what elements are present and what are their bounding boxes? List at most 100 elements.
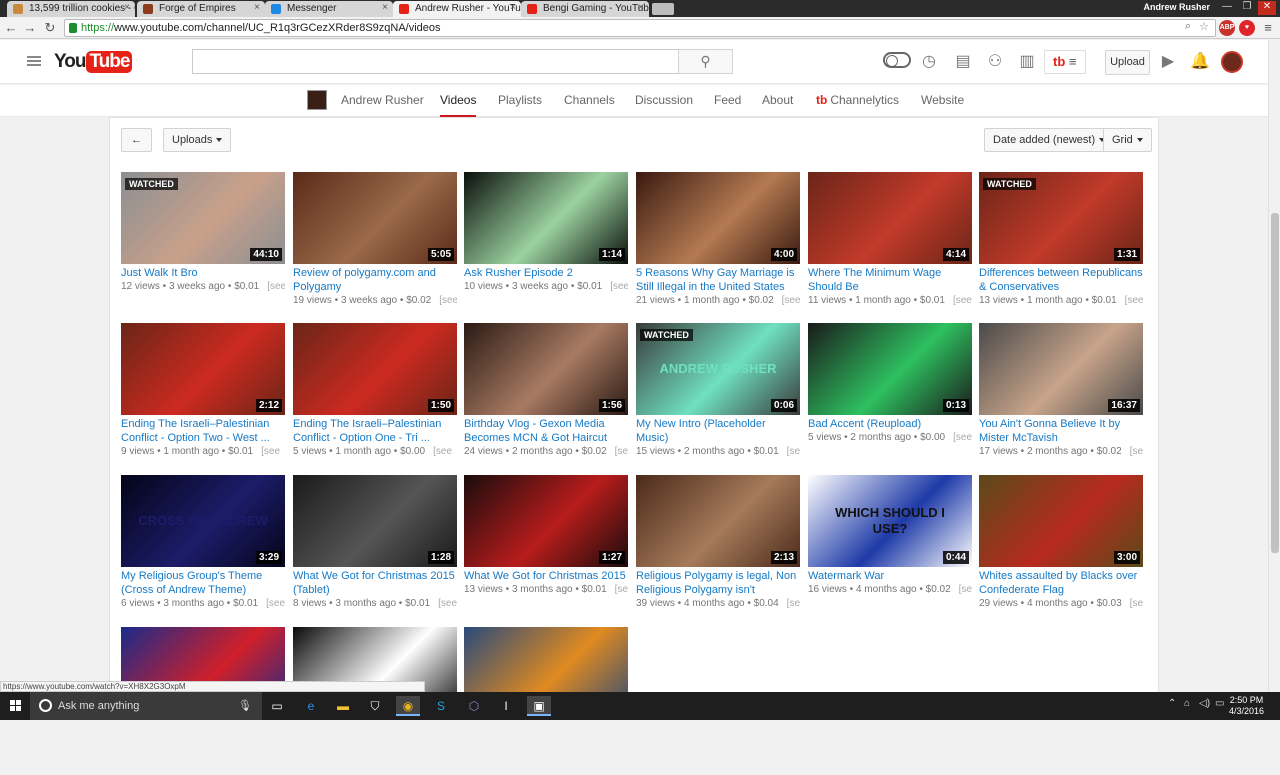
video-card[interactable]: 1:50 Ending The Israeli–Palestinian Confl…	[293, 323, 457, 471]
video-title-link[interactable]: Where The Minimum Wage Should Be	[808, 266, 972, 294]
video-card[interactable]: 4:00 5 Reasons Why Gay Marriage is Still …	[636, 172, 800, 320]
skype-icon[interactable]: S	[429, 696, 453, 716]
forward-icon[interactable]: →	[22, 20, 38, 36]
see-more-link[interactable]: [see	[261, 446, 280, 457]
video-card[interactable]: 0:13 Bad Accent (Reupload) 5 views • 2 mon…	[808, 323, 972, 471]
video-card[interactable]: 5:05 Review of polygamy.com and Polygamy 1…	[293, 172, 457, 320]
adblock-icon[interactable]: ABP	[1219, 20, 1235, 36]
see-more-link[interactable]: [see	[1130, 598, 1143, 609]
browser-tab[interactable]: Andrew Rusher - YouTube ×	[393, 1, 521, 17]
close-window-icon[interactable]: ✕	[1258, 1, 1276, 15]
see-more-link[interactable]: [see	[959, 584, 972, 595]
search-button[interactable]: ⚲	[678, 49, 733, 74]
create-video-icon[interactable]: ▶	[1158, 52, 1178, 72]
tubebuddy-menu[interactable]: tb ≡	[1044, 50, 1086, 74]
tray-up-icon[interactable]: ⌃	[1168, 698, 1176, 709]
see-more-link[interactable]: [see	[787, 446, 800, 457]
uploads-dropdown[interactable]: Uploads	[163, 128, 232, 152]
zoom-icon[interactable]: ⌕	[1185, 20, 1191, 33]
video-thumbnail[interactable]: CROSS OF ANDREW 3:29	[121, 475, 285, 567]
video-title-link[interactable]: Religious Polygamy is legal, Non Religio…	[636, 569, 800, 597]
video-thumbnail[interactable]: WHICH SHOULD I USE? 0:44	[808, 475, 972, 567]
video-title-link[interactable]: You Ain't Gonna Believe It by Mister McT…	[979, 417, 1143, 445]
video-title-link[interactable]: Watermark War	[808, 569, 972, 583]
video-card[interactable]: WATCHED 44:10 Just Walk It Bro 12 views • 3…	[121, 172, 285, 320]
video-thumbnail[interactable]: 2:12	[121, 323, 285, 415]
edge-icon[interactable]: e	[299, 696, 323, 716]
tab-close-icon[interactable]: ×	[124, 2, 130, 13]
video-card[interactable]: 1:27 What We Got for Christmas 2015 13 vie…	[464, 475, 628, 623]
scrollbar-thumb[interactable]	[1271, 213, 1279, 553]
channel-avatar[interactable]	[307, 90, 327, 110]
app-window-icon[interactable]: ▣	[527, 696, 551, 716]
video-card[interactable]: 2:13 Religious Polygamy is legal, Non Rel…	[636, 475, 800, 623]
extension-heart-icon[interactable]: ♥	[1239, 20, 1255, 36]
menu-icon[interactable]: ≡	[1260, 20, 1276, 36]
back-arrow-button[interactable]: ←	[121, 128, 152, 152]
video-thumbnail[interactable]: 0:13	[808, 323, 972, 415]
video-title-link[interactable]: Differences between Republicans & Conser…	[979, 266, 1143, 294]
subscriptions-icon[interactable]: ▤	[953, 52, 973, 72]
video-card[interactable]: 2:12 Ending The Israeli–Palestinian Confl…	[121, 323, 285, 471]
see-more-link[interactable]: [see	[1125, 295, 1143, 306]
see-more-link[interactable]: [see	[953, 295, 972, 306]
cortana-search[interactable]: Ask me anything 🎙	[30, 692, 262, 720]
notifications-bell-icon[interactable]: 🔔	[1190, 52, 1210, 72]
view-dropdown[interactable]: Grid	[1103, 128, 1152, 152]
video-thumbnail[interactable]: WATCHED 1:31	[979, 172, 1143, 264]
see-more-link[interactable]: [see	[615, 446, 628, 457]
action-center-icon[interactable]: ▭	[1215, 698, 1224, 709]
app-icon[interactable]: ⬡	[462, 696, 486, 716]
video-card[interactable]: CROSS OF ANDREW 3:29 My Religious Group's …	[121, 475, 285, 623]
browser-tab[interactable]: Messenger ×	[265, 1, 393, 17]
see-more-link[interactable]: [see	[438, 598, 457, 609]
video-title-link[interactable]: What We Got for Christmas 2015 (Tablet)	[293, 569, 457, 597]
tab-home[interactable]: Andrew Rusher	[341, 93, 424, 107]
video-thumbnail[interactable]: 1:50	[293, 323, 457, 415]
video-card[interactable]: 1:56 Birthday Vlog - Gexon Media Becomes …	[464, 323, 628, 471]
url-field[interactable]: https://www.youtube.com/channel/UC_R1q3r…	[64, 19, 1216, 37]
video-title-link[interactable]: Whites assaulted by Blacks over Confeder…	[979, 569, 1143, 597]
video-thumbnail[interactable]: 2:13	[636, 475, 800, 567]
taskbar-clock[interactable]: 2:50 PM 4/3/2016	[1229, 695, 1264, 717]
video-thumbnail[interactable]: 1:27	[464, 475, 628, 567]
see-more-link[interactable]: [see	[953, 432, 972, 443]
video-card[interactable]: 4:14 Where The Minimum Wage Should Be 11 v…	[808, 172, 972, 320]
video-title-link[interactable]: Bad Accent (Reupload)	[808, 417, 972, 431]
upload-button[interactable]: Upload	[1105, 50, 1150, 75]
new-tab-button[interactable]	[652, 3, 674, 15]
see-more-link[interactable]: [see	[266, 598, 285, 609]
history-icon[interactable]: ◷	[919, 52, 939, 72]
friends-icon[interactable]: ⚇	[985, 52, 1005, 72]
video-thumbnail[interactable]: 4:14	[808, 172, 972, 264]
network-icon[interactable]: ⌂	[1184, 698, 1190, 709]
see-more-link[interactable]: [see	[267, 281, 285, 292]
video-title-link[interactable]: 5 Reasons Why Gay Marriage is Still Ille…	[636, 266, 800, 294]
video-card[interactable]: ANDREW RUSHER WATCHED 0:06 My New Intro (Pl…	[636, 323, 800, 471]
see-more-link[interactable]: [see	[610, 281, 628, 292]
youtube-logo[interactable]: You Tube	[54, 51, 133, 75]
analytics-icon[interactable]: ▥	[1017, 52, 1037, 72]
video-title-link[interactable]: What We Got for Christmas 2015	[464, 569, 628, 583]
video-title-link[interactable]: Ending The Israeli–Palestinian Conflict …	[293, 417, 457, 445]
video-card[interactable]: 1:28 What We Got for Christmas 2015 (Tabl…	[293, 475, 457, 623]
video-card[interactable]: 16:37 You Ain't Gonna Believe It by Miste…	[979, 323, 1143, 471]
video-title-link[interactable]: Ask Rusher Episode 2	[464, 266, 628, 280]
microphone-icon[interactable]: 🎙	[238, 699, 252, 712]
tab-close-icon[interactable]: ×	[510, 2, 516, 13]
tab-videos[interactable]: Videos	[440, 93, 477, 118]
app-icon-2[interactable]: ǀ	[494, 696, 518, 716]
video-thumbnail[interactable]: ANDREW RUSHER WATCHED 0:06	[636, 323, 800, 415]
maximize-icon[interactable]: ❐	[1238, 1, 1256, 15]
video-thumbnail[interactable]: 3:00	[979, 475, 1143, 567]
video-thumbnail[interactable]: 4:00	[636, 172, 800, 264]
page-scrollbar[interactable]	[1268, 40, 1280, 692]
video-thumbnail[interactable]: 1:56	[464, 323, 628, 415]
bookmark-star-icon[interactable]: ☆	[1199, 20, 1209, 33]
video-title-link[interactable]: My Religious Group's Theme (Cross of And…	[121, 569, 285, 597]
account-avatar[interactable]	[1221, 51, 1243, 73]
tab-feed[interactable]: Feed	[714, 93, 741, 107]
video-title-link[interactable]: Ending The Israeli–Palestinian Conflict …	[121, 417, 285, 445]
tab-website[interactable]: Website	[921, 93, 964, 107]
chrome-icon[interactable]: ◉	[396, 696, 420, 716]
